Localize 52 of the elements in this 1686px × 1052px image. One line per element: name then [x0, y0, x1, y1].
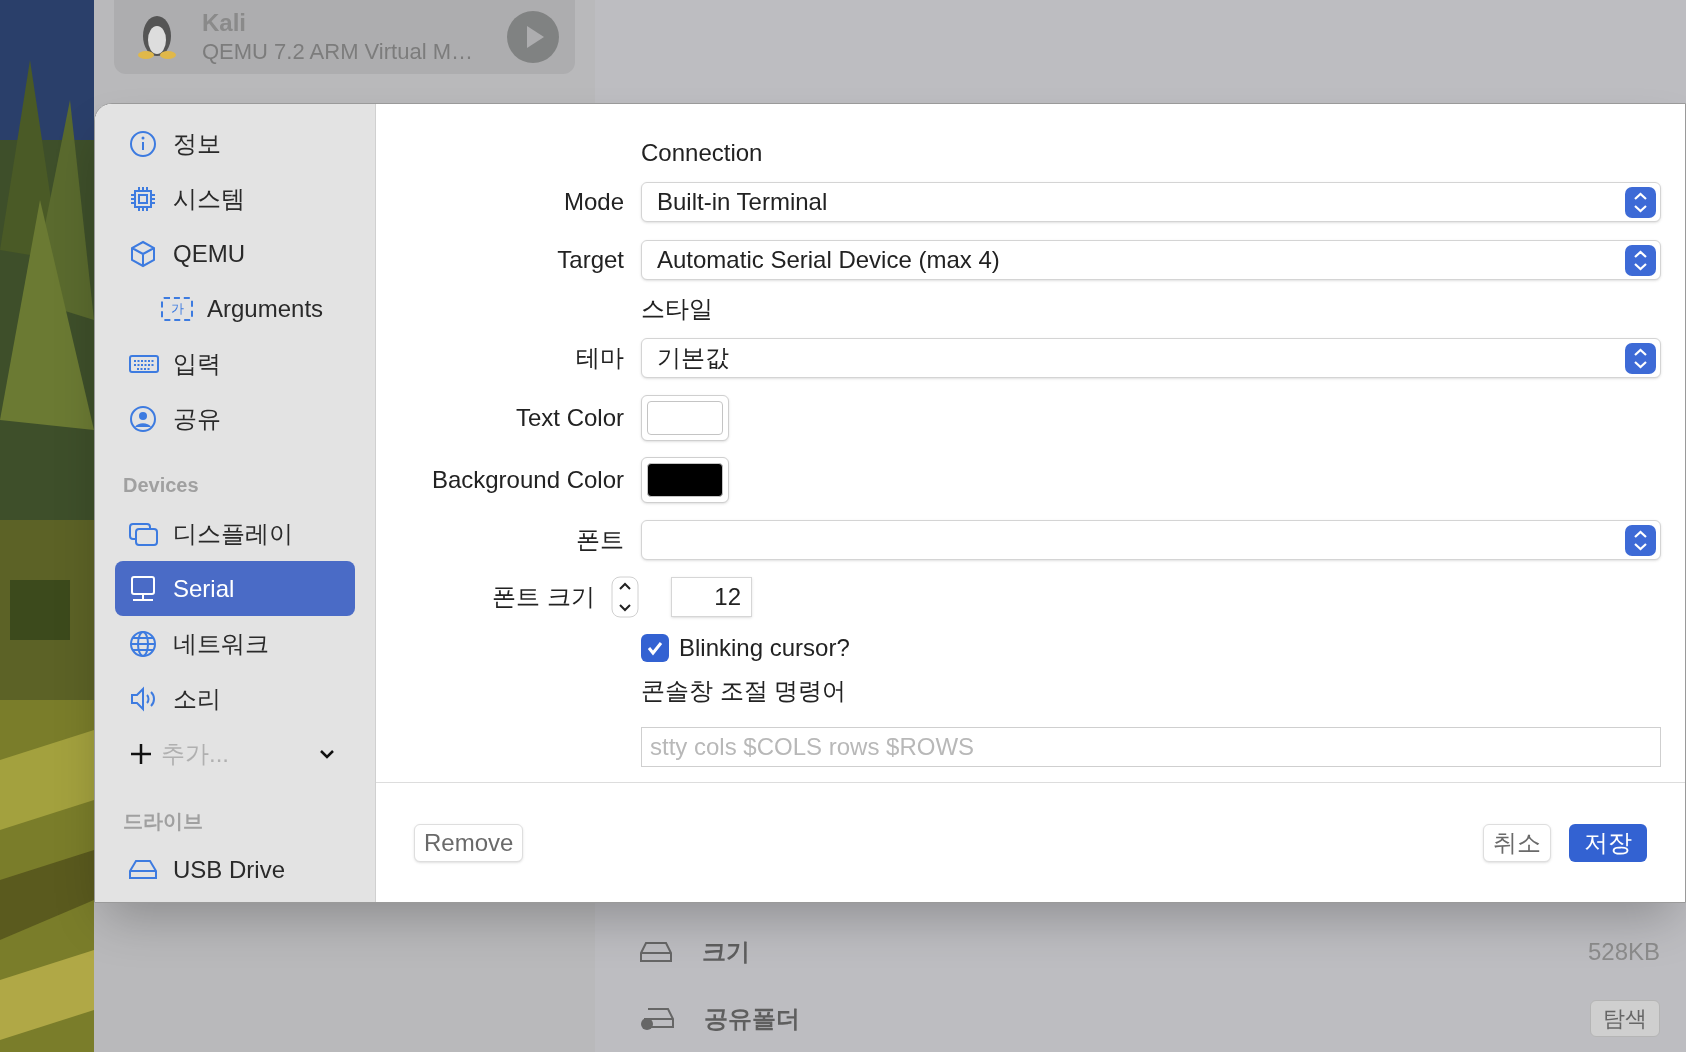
field-label: Background Color: [431, 465, 624, 495]
hangul-tag-icon: 가: [161, 296, 193, 321]
command-field[interactable]: stty cols $COLS rows $ROWS: [641, 727, 1661, 767]
popup-button[interactable]: [641, 520, 1661, 560]
sidebar-item[interactable]: 입력: [115, 336, 355, 391]
browse-button[interactable]: 탐색: [1590, 1000, 1660, 1037]
field-label: 폰트: [576, 525, 624, 555]
sidebar-item[interactable]: Serial: [115, 561, 355, 616]
checkbox-label: Blinking cursor?: [679, 633, 850, 663]
color-well[interactable]: [641, 457, 729, 503]
sidebar-item[interactable]: USB Drive: [115, 842, 355, 897]
field-label: 테마: [576, 343, 624, 373]
field-label: 폰트 크기: [492, 582, 595, 612]
up-down-chevron-icon: [1625, 342, 1656, 374]
detail-label: 크기: [702, 936, 751, 967]
sidebar-item[interactable]: 소리: [115, 671, 355, 726]
sidebar-item[interactable]: 시스템: [115, 171, 355, 226]
popup-button[interactable]: Automatic Serial Device (max 4): [641, 240, 1661, 280]
sidebar-item[interactable]: 공유: [115, 391, 355, 446]
section-header: Devices: [123, 473, 199, 498]
field-label: Target: [557, 245, 624, 275]
sidebar-item[interactable]: 가 Arguments: [115, 281, 355, 336]
section-header: 드라이브: [123, 809, 203, 834]
up-down-chevron-icon: [1625, 186, 1656, 218]
globe-icon: [129, 629, 159, 658]
section-heading: 스타일: [641, 294, 713, 324]
chevron-down-icon: [319, 749, 335, 759]
popup-button[interactable]: Built-in Terminal: [641, 182, 1661, 222]
checkbox[interactable]: [641, 634, 669, 662]
popup-button[interactable]: 기본값: [641, 338, 1661, 378]
up-down-chevron-icon: [1625, 244, 1656, 276]
sidebar-item[interactable]: QEMU: [115, 226, 355, 281]
sidebar-item[interactable]: 네트워크: [115, 616, 355, 671]
drive-icon: [640, 940, 672, 963]
field-label: Text Color: [515, 403, 624, 433]
info-icon: [129, 129, 159, 158]
shared-drive-icon: [640, 1006, 674, 1031]
save-button[interactable]: 저장: [1569, 823, 1647, 862]
detail-label: 공유폴더: [704, 1003, 801, 1034]
remove-button[interactable]: Remove: [414, 823, 524, 862]
number-field[interactable]: 12: [671, 577, 752, 617]
field-label: Mode: [563, 187, 624, 217]
section-heading: Connection: [641, 138, 763, 168]
cancel-button[interactable]: 취소: [1483, 823, 1551, 862]
section-heading: 콘솔창 조절 명령어: [641, 676, 847, 706]
up-down-chevron-icon: [1625, 524, 1656, 556]
person-icon: [129, 404, 159, 433]
sidebar-item[interactable]: 디스플레이: [115, 506, 355, 561]
stepper-control[interactable]: [611, 576, 639, 618]
plus-icon: [129, 742, 153, 766]
sidebar-item[interactable]: 정보: [115, 116, 355, 171]
color-well[interactable]: [641, 395, 729, 441]
